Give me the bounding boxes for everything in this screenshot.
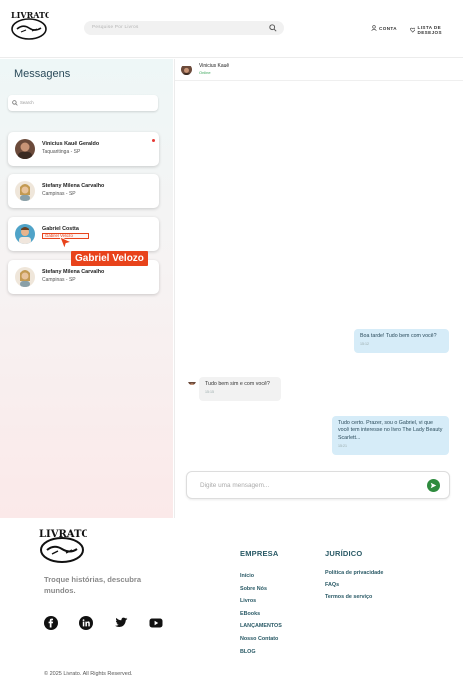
footer-link-faqs[interactable]: FAQs	[325, 582, 383, 588]
footer-link-privacidade[interactable]: Política de privacidade	[325, 570, 383, 576]
messages-title: Messagens	[14, 68, 71, 80]
logo-text: LIVRATO	[39, 529, 87, 540]
footer-link-sobre[interactable]: Sobre Nós	[240, 586, 282, 592]
message-bubble-incoming: Tudo bem sim e com você? 15:15	[199, 377, 281, 401]
contact-name: Stefany Milena Carvalho	[42, 183, 105, 189]
contact-name: Gabriel Costta	[42, 226, 79, 232]
contact-location: Campinas - SP	[42, 277, 76, 283]
unread-badge	[152, 139, 155, 142]
contact-location: Campinas - SP	[42, 191, 76, 197]
copyright: © 2025 Livrato. All Rights Reserved.	[44, 671, 133, 677]
top-header: LIVRATO Pesquise Por Livros CONTA LISTA …	[0, 0, 463, 58]
footer-link-inicio[interactable]: Início	[240, 573, 282, 579]
avatar	[188, 377, 196, 385]
facebook-icon[interactable]	[44, 616, 58, 630]
search-placeholder: Pesquise Por Livros	[92, 24, 139, 29]
search-icon[interactable]	[269, 24, 277, 32]
avatar	[15, 139, 35, 159]
contact-search-input[interactable]: Search	[8, 95, 158, 111]
message-text: Tudo certo. Prazer, sou o Gabriel, vi qu…	[338, 420, 443, 441]
footer-link-contato[interactable]: Nosso Contato	[240, 636, 282, 642]
company-heading: EMPRESA	[240, 549, 279, 558]
footer-link-lancamentos[interactable]: LANÇAMENTOS	[240, 623, 282, 629]
chat-header: Vinicius Kauê Online	[175, 59, 463, 81]
header-search-input[interactable]: Pesquise Por Livros	[84, 21, 284, 35]
avatar	[15, 267, 35, 287]
message-input[interactable]: Digite uma mensagem...	[186, 471, 450, 499]
twitter-icon[interactable]	[114, 616, 128, 630]
contact-location: Taquaritinga - SP	[42, 149, 81, 155]
social-links	[44, 616, 163, 630]
contact-item[interactable]: Vinicius Kauê Geraldo Taquaritinga - SP	[8, 132, 159, 166]
legal-links: Política de privacidade FAQs Termos de s…	[325, 570, 383, 600]
footer-tagline: Troque histórias, descubra mundos.	[44, 575, 142, 595]
send-icon	[430, 482, 437, 489]
avatar	[15, 181, 35, 201]
linkedin-icon[interactable]	[79, 616, 93, 630]
message-text: Tudo bem sim e com você?	[205, 381, 270, 387]
youtube-icon[interactable]	[149, 616, 163, 630]
contact-item[interactable]: Stefany Milena Carvalho Campinas - SP	[8, 174, 159, 208]
footer-link-blog[interactable]: BLOG	[240, 649, 282, 655]
account-label: CONTA	[379, 25, 397, 31]
message-time: 15:21	[338, 444, 347, 449]
message-text: Boa tarde! Tudo bem com você?	[360, 333, 437, 339]
heart-icon	[410, 27, 416, 33]
avatar	[15, 224, 35, 244]
chat-contact-name: Vinicius Kauê	[199, 63, 230, 69]
livrato-logo[interactable]: LIVRATO	[9, 9, 52, 41]
footer-link-livros[interactable]: Livros	[240, 598, 282, 604]
send-button[interactable]	[427, 479, 440, 492]
contact-item[interactable]: Gabriel Costta Gabriel Velozo	[8, 217, 159, 251]
footer-link-termos[interactable]: Termos de serviço	[325, 594, 383, 600]
logo-text: LIVRATO	[11, 10, 49, 20]
message-time: 15:15	[205, 390, 214, 395]
wishlist-label: LISTA DE DESEJOS	[417, 25, 442, 35]
footer-link-ebooks[interactable]: EBooks	[240, 611, 282, 617]
footer-logo[interactable]: LIVRATO	[37, 526, 90, 564]
messages-sidebar: Messagens Search Vinicius Kauê Geraldo T…	[0, 59, 173, 518]
contact-search-placeholder: Search	[20, 100, 34, 105]
message-bubble-outgoing: Tudo certo. Prazer, sou o Gabriel, vi qu…	[332, 416, 449, 455]
company-links: Início Sobre Nós Livros EBooks LANÇAMENT…	[240, 573, 282, 655]
user-icon	[371, 25, 377, 31]
site-footer: LIVRATO Troque histórias, descubra mundo…	[0, 518, 463, 689]
contact-name: Vinicius Kauê Geraldo	[42, 141, 100, 147]
message-placeholder: Digite uma mensagem...	[200, 482, 270, 489]
chat-contact-status: Online	[199, 70, 211, 75]
account-link[interactable]: CONTA	[371, 25, 397, 31]
message-time: 15:12	[360, 342, 369, 347]
legal-heading: JURÍDICO	[325, 549, 363, 558]
name-tooltip: Gabriel Velozo	[71, 251, 148, 266]
cursor-icon	[59, 236, 73, 250]
search-icon	[12, 100, 18, 106]
wishlist-link[interactable]: LISTA DE DESEJOS	[410, 25, 463, 35]
chat-panel: Vinicius Kauê Online Boa tarde! Tudo bem…	[174, 59, 463, 518]
message-bubble-outgoing: Boa tarde! Tudo bem com você? 15:12	[354, 329, 449, 353]
avatar	[181, 64, 192, 75]
contact-name: Stefany Milena Carvalho	[42, 269, 105, 275]
